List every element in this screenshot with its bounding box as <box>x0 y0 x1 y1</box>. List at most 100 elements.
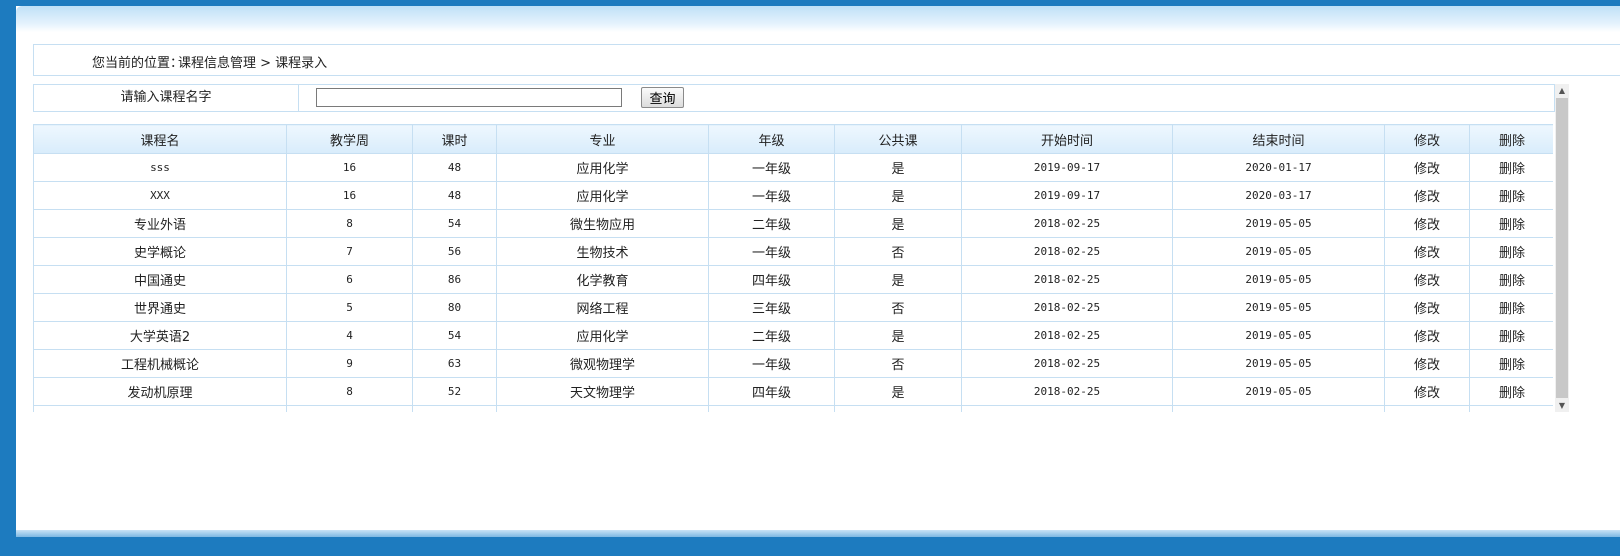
query-button[interactable]: 查询 <box>641 87 684 108</box>
cell-public-course: 是 <box>834 265 962 294</box>
header-band <box>16 6 1620 32</box>
edit-link[interactable]: 修改 <box>1384 349 1470 378</box>
cell-end-time: 2020-03-17 <box>1172 181 1385 210</box>
cell-start-time: 2018-02-25 <box>961 377 1173 406</box>
delete-link[interactable]: 删除 <box>1469 265 1553 294</box>
course-table: 课程名 教学周 课时 专业 年级 公共课 开始时间 结束时间 修改 删除 sss… <box>33 124 1553 412</box>
table-row: 史学概论 7 56 生物技术 一年级否 2018-02-25 2019-05-05 修改 删除 <box>33 237 1553 266</box>
cell-start-time: 2018-02-25 <box>961 405 1173 412</box>
cell-grade: 一年级 <box>708 349 835 378</box>
cell-end-time: 2019-05-05 <box>1172 209 1385 238</box>
delete-link[interactable]: 删除 <box>1469 209 1553 238</box>
cell-public-course: 否 <box>834 405 962 412</box>
cell-teaching-weeks: 7 <box>286 237 413 266</box>
scroll-down-arrow-icon[interactable]: ▼ <box>1555 399 1569 412</box>
cell-major: 网络工程 <box>496 293 709 322</box>
delete-link[interactable]: 删除 <box>1469 181 1553 210</box>
cell-teaching-weeks: 4 <box>286 321 413 350</box>
header-start-time: 开始时间 <box>961 124 1173 154</box>
cell-grade: 四年级 <box>708 377 835 406</box>
cell-class-hours: 48 <box>412 181 497 210</box>
cell-grade: 一年级 <box>708 237 835 266</box>
breadcrumb-path: 课程信息管理 > 课程录入 <box>178 56 328 71</box>
edit-link[interactable]: 修改 <box>1384 405 1470 412</box>
cell-teaching-weeks: 5 <box>286 293 413 322</box>
delete-link[interactable]: 删除 <box>1469 237 1553 266</box>
cell-grade: 三年级 <box>708 293 835 322</box>
cell-course-name: XXX <box>33 181 287 210</box>
cell-class-hours: 63 <box>412 349 497 378</box>
header-class-hours: 课时 <box>412 124 497 154</box>
cell-start-time: 2018-02-25 <box>961 349 1173 378</box>
cell-end-time: 2019-05-05 <box>1172 405 1385 412</box>
cell-start-time: 2018-02-25 <box>961 321 1173 350</box>
cell-major: 应用化学 <box>496 181 709 210</box>
cell-teaching-weeks: 7 <box>286 405 413 412</box>
scroll-thumb[interactable] <box>1556 98 1568 398</box>
course-name-input[interactable] <box>316 88 622 107</box>
header-teaching-weeks: 教学周 <box>286 124 413 154</box>
cell-public-course: 是 <box>834 377 962 406</box>
course-table-container: 课程名 教学周 课时 专业 年级 公共课 开始时间 结束时间 修改 删除 sss… <box>33 124 1553 412</box>
table-row: 世界通史 5 80 网络工程 三年级否 2018-02-25 2019-05-05 修改 删除 <box>33 293 1553 322</box>
cell-class-hours: 92 <box>412 405 497 412</box>
cell-public-course: 是 <box>834 209 962 238</box>
delete-link[interactable]: 删除 <box>1469 405 1553 412</box>
header-course-name: 课程名 <box>33 124 287 154</box>
window-frame-left <box>0 0 16 556</box>
cell-grade: 三年级 <box>708 405 835 412</box>
cell-start-time: 2019-09-17 <box>961 181 1173 210</box>
cell-course-name: 工程机械概论 <box>33 349 287 378</box>
cell-major: 基础物理学 <box>496 405 709 412</box>
edit-link[interactable]: 修改 <box>1384 237 1470 266</box>
cell-class-hours: 86 <box>412 265 497 294</box>
edit-link[interactable]: 修改 <box>1384 321 1470 350</box>
edit-link[interactable]: 修改 <box>1384 293 1470 322</box>
cell-public-course: 否 <box>834 349 962 378</box>
cell-course-name: sss <box>33 153 287 182</box>
cell-teaching-weeks: 16 <box>286 153 413 182</box>
cell-course-name: 史学概论 <box>33 237 287 266</box>
edit-link[interactable]: 修改 <box>1384 265 1470 294</box>
cell-class-hours: 48 <box>412 153 497 182</box>
cell-end-time: 2019-05-05 <box>1172 237 1385 266</box>
cell-course-name: 世界通史 <box>33 293 287 322</box>
cell-start-time: 2018-02-25 <box>961 265 1173 294</box>
vertical-scrollbar[interactable]: ▲ ▼ <box>1555 84 1569 412</box>
cell-grade: 一年级 <box>708 153 835 182</box>
table-header-row: 课程名 教学周 课时 专业 年级 公共课 开始时间 结束时间 修改 删除 <box>33 124 1553 154</box>
cell-course-name: 中国通史 <box>33 265 287 294</box>
cell-end-time: 2019-05-05 <box>1172 293 1385 322</box>
cell-course-name: 大学英语2 <box>33 321 287 350</box>
cell-end-time: 2019-05-05 <box>1172 377 1385 406</box>
header-public-course: 公共课 <box>834 124 962 154</box>
cell-public-course: 否 <box>834 237 962 266</box>
delete-link[interactable]: 删除 <box>1469 377 1553 406</box>
cell-public-course: 是 <box>834 153 962 182</box>
cell-end-time: 2019-05-05 <box>1172 321 1385 350</box>
window-frame-bottom <box>0 537 1620 556</box>
table-row: 机械制图792基础物理学三年级否2018-02-252019-05-05修改删除 <box>33 405 1553 412</box>
edit-link[interactable]: 修改 <box>1384 377 1470 406</box>
cell-start-time: 2019-09-17 <box>961 153 1173 182</box>
delete-link[interactable]: 删除 <box>1469 349 1553 378</box>
scroll-up-arrow-icon[interactable]: ▲ <box>1555 84 1569 97</box>
cell-end-time: 2020-01-17 <box>1172 153 1385 182</box>
cell-start-time: 2018-02-25 <box>961 293 1173 322</box>
edit-link[interactable]: 修改 <box>1384 181 1470 210</box>
edit-link[interactable]: 修改 <box>1384 209 1470 238</box>
delete-link[interactable]: 删除 <box>1469 293 1553 322</box>
cell-major: 应用化学 <box>496 153 709 182</box>
delete-link[interactable]: 删除 <box>1469 153 1553 182</box>
cell-major: 微生物应用 <box>496 209 709 238</box>
cell-teaching-weeks: 9 <box>286 349 413 378</box>
delete-link[interactable]: 删除 <box>1469 321 1553 350</box>
cell-course-name: 机械制图 <box>33 405 287 412</box>
header-delete: 删除 <box>1469 124 1553 154</box>
table-row: 工程机械概论 9 63 微观物理学 一年级否 2018-02-25 2019-05-05 修改… <box>33 349 1553 378</box>
search-bar: 请输入课程名字 查询 <box>33 84 1555 112</box>
header-major: 专业 <box>496 124 709 154</box>
breadcrumb-label: 您当前的位置： <box>92 56 184 71</box>
table-row: sss 16 48 应用化学 一年级是 2019-09-17 2020-01-17 修改 删除 <box>33 153 1553 182</box>
edit-link[interactable]: 修改 <box>1384 153 1470 182</box>
